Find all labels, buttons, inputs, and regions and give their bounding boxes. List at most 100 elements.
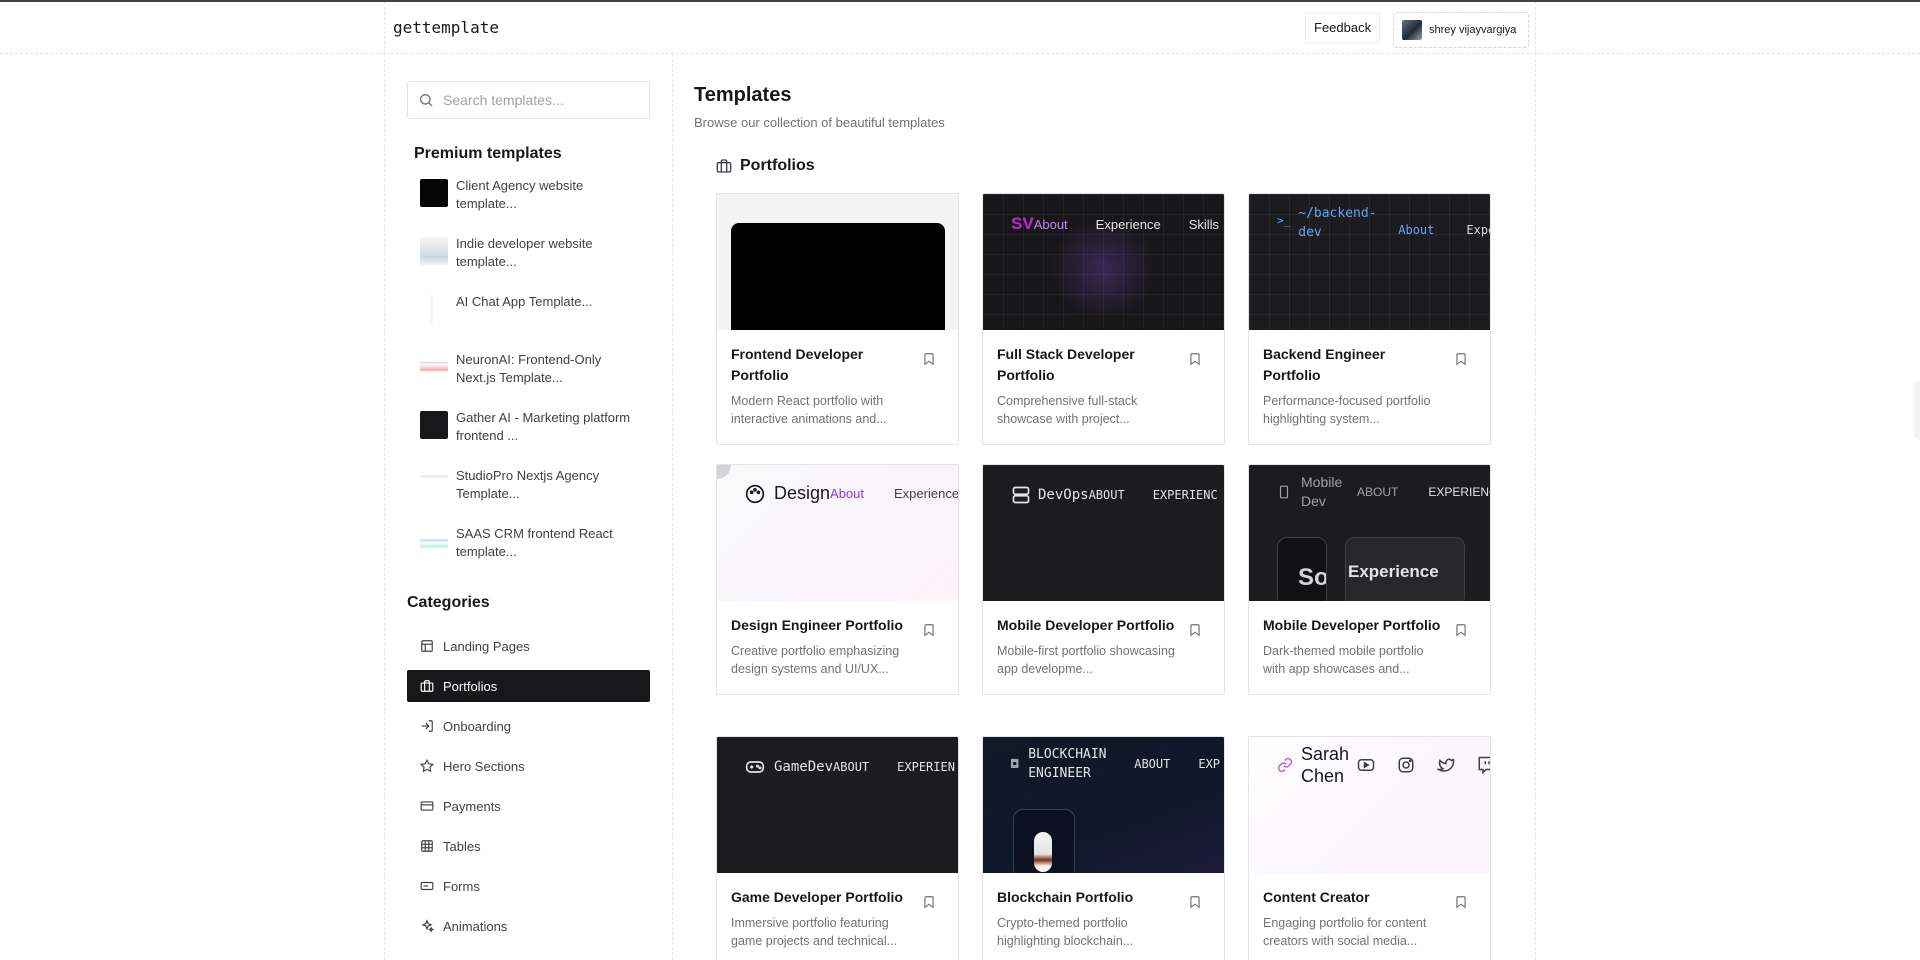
- instagram-icon: [1398, 757, 1414, 773]
- preview-nav-item: ABOUT: [1134, 757, 1171, 771]
- user-menu-button[interactable]: shrey vijayvargiya: [1393, 12, 1529, 48]
- preview-brand-line2: ENGINEER: [1028, 766, 1091, 781]
- search-input[interactable]: [443, 92, 643, 108]
- preview-nav-item: Experience: [1095, 216, 1161, 232]
- card-description: Mobile-first portfolio showcasing app de…: [997, 644, 1175, 676]
- bookmark-icon[interactable]: [922, 623, 936, 637]
- category-label: Hero Sections: [443, 758, 525, 774]
- bookmark-icon[interactable]: [922, 895, 936, 909]
- smartphone-icon: [1279, 485, 1289, 499]
- credit-card-icon: [420, 801, 434, 811]
- premium-item-label: Client Agency website template...: [456, 178, 584, 211]
- preview-brand-line1: ~/backend-: [1298, 206, 1377, 221]
- premium-item-studiopro[interactable]: StudioPro Nextjs Agency Template...: [420, 467, 650, 525]
- category-landing-pages[interactable]: Landing Pages: [407, 630, 650, 662]
- premium-templates-list: Client Agency website template... Indie …: [420, 177, 650, 583]
- template-card[interactable]: GameDev ABOUT EXPERIEN Game Developer Po…: [716, 736, 959, 960]
- terminal-icon: >_: [1277, 214, 1291, 227]
- briefcase-icon: [420, 680, 434, 692]
- template-card[interactable]: >_ ~/backend- dev About Exper Backend En…: [1248, 193, 1491, 445]
- preview-brand: GameDev: [774, 759, 834, 775]
- template-preview: Sarah Chen: [1249, 737, 1490, 873]
- template-card[interactable]: Design About Experience Design Engineer …: [716, 464, 959, 695]
- login-icon: [421, 720, 433, 732]
- preview-phone-left: Sof: [1277, 537, 1327, 601]
- preview-nav-item: About: [830, 486, 865, 501]
- search-box[interactable]: [407, 81, 650, 119]
- category-onboarding[interactable]: Onboarding: [407, 710, 650, 742]
- card-description: Dark-themed mobile portfolio with app sh…: [1263, 644, 1424, 676]
- preview-device: [731, 223, 945, 330]
- preview-nav-item: Exper: [1466, 223, 1490, 237]
- premium-item-label: StudioPro Nextjs Agency Template...: [456, 468, 600, 501]
- category-label: Onboarding: [443, 718, 511, 734]
- premium-item-neuronai[interactable]: NeuronAI: Frontend-Only Next.js Template…: [420, 351, 650, 409]
- site-logo[interactable]: gettemplate: [393, 18, 499, 37]
- preview-nav-item: About: [1033, 216, 1068, 232]
- card-description: Engaging portfolio for content creators …: [1263, 916, 1427, 948]
- template-card[interactable]: DevOps ABOUT EXPERIENC Mobile Developer …: [982, 464, 1225, 695]
- table-icon: [421, 840, 433, 852]
- card-description: Immersive portfolio featuring game proje…: [731, 916, 898, 948]
- premium-item-indie-developer[interactable]: Indie developer website template...: [420, 235, 650, 293]
- card-title: Blockchain Portfolio: [997, 889, 1134, 905]
- preview-brand-line1: BLOCKCHAIN: [1028, 747, 1107, 762]
- category-tables[interactable]: Tables: [407, 830, 650, 862]
- preview-nav-item: Experience: [894, 486, 958, 501]
- template-preview: [717, 194, 958, 330]
- preview-brand-line1: Sarah: [1301, 744, 1350, 764]
- bookmark-icon[interactable]: [1188, 895, 1202, 909]
- template-preview: SV About Experience Skills: [983, 194, 1224, 330]
- form-icon: [420, 881, 434, 891]
- bookmark-icon[interactable]: [922, 352, 936, 366]
- template-preview: >_ ~/backend- dev About Exper: [1249, 194, 1490, 330]
- premium-item-label: NeuronAI: Frontend-Only Next.js Template…: [456, 352, 602, 385]
- bookmark-icon[interactable]: [1454, 352, 1468, 366]
- category-portfolios[interactable]: Portfolios: [407, 670, 650, 702]
- premium-item-client-agency[interactable]: Client Agency website template...: [420, 177, 650, 235]
- server-icon: [1012, 486, 1030, 504]
- premium-item-gather-ai[interactable]: Gather AI - Marketing platform frontend …: [420, 409, 650, 467]
- template-card[interactable]: SV About Experience Skills Full Stack De…: [982, 193, 1225, 445]
- category-animations[interactable]: Animations: [407, 910, 650, 942]
- preview-nav-item: About: [1398, 223, 1435, 237]
- template-thumbnail: [420, 527, 448, 555]
- template-preview: Design About Experience: [717, 465, 958, 601]
- feedback-button[interactable]: Feedback: [1305, 12, 1381, 44]
- premium-item-ai-chat[interactable]: AI Chat App Template...: [420, 293, 650, 351]
- palette-icon: [745, 484, 765, 503]
- category-label: Forms: [443, 878, 480, 894]
- bookmark-icon[interactable]: [1454, 895, 1468, 909]
- template-thumbnail: [420, 295, 448, 323]
- card-description: Comprehensive full-stack showcase with p…: [997, 394, 1138, 426]
- preview-big-text: Sof: [1298, 564, 1326, 591]
- card-title: Mobile Developer Portfolio: [1263, 617, 1441, 633]
- template-card[interactable]: Frontend Developer Portfolio Modern Reac…: [716, 193, 959, 445]
- template-card[interactable]: Sarah Chen Content Creator Engaging port…: [1248, 736, 1491, 960]
- template-card[interactable]: ◘ BLOCKCHAIN ENGINEER ABOUT EXP Blockcha…: [982, 736, 1225, 960]
- bookmark-icon[interactable]: [1454, 623, 1468, 637]
- card-description: Creative portfolio emphasizing design sy…: [731, 644, 900, 676]
- category-forms[interactable]: Forms: [407, 870, 650, 902]
- preview-brand-line1: Mobile: [1301, 474, 1343, 490]
- bookmark-icon[interactable]: [1188, 352, 1202, 366]
- bookmark-icon[interactable]: [1188, 623, 1202, 637]
- preview-phone: [1013, 809, 1075, 873]
- premium-item-saas-crm[interactable]: SAAS CRM frontend React template...: [420, 525, 650, 583]
- link-icon: [1278, 758, 1292, 772]
- category-payments[interactable]: Payments: [407, 790, 650, 822]
- card-description: Performance-focused portfolio highlighti…: [1263, 394, 1431, 426]
- card-description: Modern React portfolio with interactive …: [731, 394, 887, 426]
- section-title: Portfolios: [740, 157, 815, 174]
- categories-heading: Categories: [407, 594, 490, 611]
- template-thumbnail: [420, 179, 448, 207]
- preview-brand: SV: [1011, 214, 1034, 233]
- category-hero-sections[interactable]: Hero Sections: [407, 750, 650, 782]
- template-card[interactable]: Mobile Dev ABOUT EXPERIENC Sof Experienc…: [1248, 464, 1491, 695]
- header: gettemplate Feedback shrey vijayvargiya: [384, 2, 1536, 54]
- twitter-icon: [1437, 758, 1455, 772]
- card-description: Crypto-themed portfolio highlighting blo…: [997, 916, 1134, 948]
- card-title: Mobile Developer Portfolio: [997, 617, 1175, 633]
- category-label: Landing Pages: [443, 638, 530, 654]
- scroll-handle[interactable]: [1914, 380, 1920, 440]
